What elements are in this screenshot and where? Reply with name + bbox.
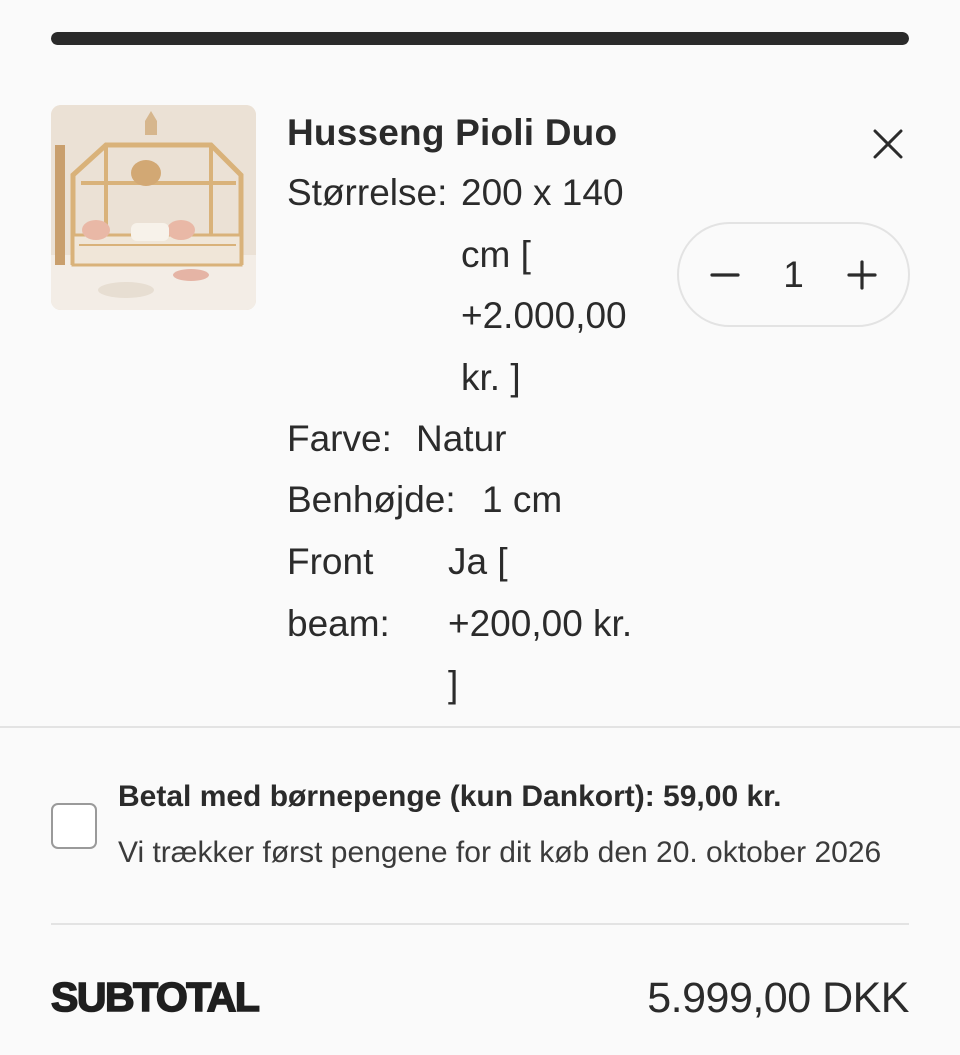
section-divider [0, 726, 960, 728]
free-shipping-progress-bar [51, 32, 909, 45]
subtotal-label: SUBTOTAL [50, 973, 261, 1021]
minus-icon [710, 272, 740, 277]
subtotal-divider [51, 923, 909, 925]
bornepenge-label[interactable]: Betal med børnepenge (kun Dankort): 59,0… [118, 780, 782, 814]
decrease-quantity-button[interactable] [685, 224, 765, 325]
product-title[interactable]: Husseng Pioli Duo [287, 112, 617, 154]
quantity-value[interactable]: 1 [759, 224, 828, 325]
option-label-leg-height: Benhøjde: [287, 479, 456, 520]
progress-fill [51, 32, 909, 45]
cart-drawer: Husseng Pioli Duo Størrelse: 200 x 140 c… [0, 0, 960, 1055]
close-icon [873, 129, 903, 159]
option-label-color: Farve: [287, 418, 392, 459]
option-value-size: 200 x 140 cm [ +2.000,00 kr. ] [461, 172, 627, 398]
option-value-leg-height: 1 cm [482, 479, 563, 520]
house-bed-illustration [51, 105, 256, 310]
remove-item-button[interactable] [866, 122, 910, 166]
option-label-size: Størrelse: [287, 172, 448, 213]
quantity-stepper: 1 [677, 222, 910, 327]
bornepenge-note: Vi trækker først pengene for dit køb den… [118, 836, 882, 869]
option-value-color: Natur [416, 418, 507, 459]
option-value-front-beam: Ja [ +200,00 kr. ] [448, 541, 633, 705]
increase-quantity-button[interactable] [822, 224, 902, 325]
product-image[interactable] [51, 105, 256, 310]
plus-icon [847, 259, 877, 290]
subtotal-value: 5.999,00 DKK [647, 974, 909, 1022]
option-label-front-beam: Front beam: [287, 541, 390, 644]
bornepenge-checkbox[interactable] [51, 803, 97, 849]
